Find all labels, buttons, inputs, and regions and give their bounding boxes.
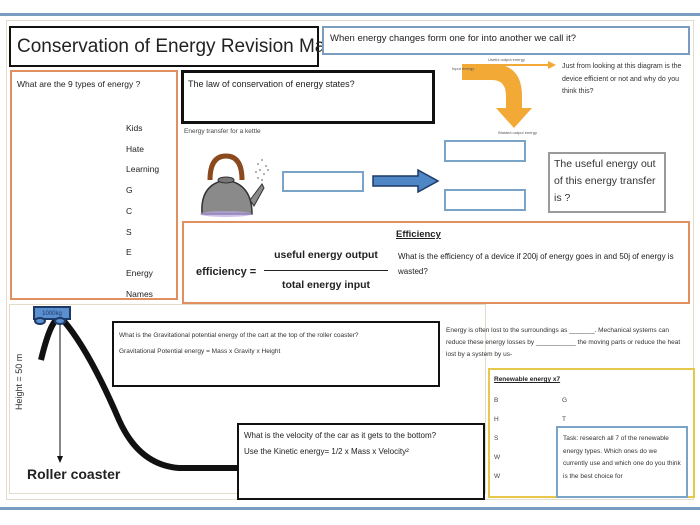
mnemonic-item: Learning (126, 164, 160, 175)
height-label: Height = 50 m (14, 353, 24, 410)
gpe-question: What is the Gravitational potential ener… (119, 332, 359, 339)
mnemonic-list: Kids Hate Learning G C S E Energy Names (126, 118, 159, 304)
bottom-rule (0, 507, 700, 510)
wheel-icon (34, 317, 46, 325)
question-energy-change: When energy changes form one for into an… (322, 26, 690, 55)
renewable-item: G (562, 397, 568, 404)
kettle-output-answer-box-2[interactable] (444, 189, 526, 211)
law-question-box: The law of conservation of energy states… (181, 70, 435, 124)
useful-energy-question: The useful energy out of this energy tra… (548, 152, 666, 213)
kettle-icon (200, 153, 269, 217)
roller-coaster-label: Roller coaster (27, 466, 121, 482)
energy-types-box: What are the 9 types of energy ? Kids Ha… (10, 70, 178, 300)
efficiency-question: What is the efficiency of a device if 20… (398, 252, 674, 276)
mnemonic-item: Energy (126, 267, 153, 278)
renewable-right-list: G T (562, 391, 567, 429)
right-arrow-icon (372, 169, 440, 193)
gpe-formula: Gravitational Potential energy = Mass x … (119, 348, 281, 355)
sankey-input-label: Input energy (452, 66, 474, 71)
diagram-question: Just from looking at this diagram is the… (562, 63, 682, 95)
renewable-task-box: Task: research all 7 of the renewable en… (556, 426, 688, 498)
sankey-wasted-label: Wasted output energy (498, 130, 537, 135)
title-box: Conservation of Energy Revision Mat (9, 26, 331, 67)
mnemonic-item: S (126, 226, 132, 237)
renewable-item: W (494, 454, 501, 461)
renewable-title: Renewable energy x7 (494, 376, 561, 383)
wheel-icon (54, 317, 66, 325)
mnemonic-item: C (126, 205, 133, 216)
top-rule (0, 13, 700, 16)
kettle-output-answer-box-1[interactable] (444, 140, 526, 162)
mnemonic-item: Kids (126, 123, 143, 133)
renewable-left-list: B H S W W (494, 391, 500, 486)
efficiency-numerator: useful energy output (274, 249, 378, 261)
mnemonic-item: E (126, 247, 132, 258)
sankey-useful-label: Useful output energy (488, 57, 525, 62)
efficiency-lhs: efficiency = (196, 266, 257, 278)
gpe-question-box: What is the Gravitational potential ener… (112, 321, 440, 387)
renewable-item: B (494, 397, 499, 404)
sankey-diagram: Input energy Useful output energy Wasted… (452, 57, 556, 135)
energy-types-question: What are the 9 types of energy ? (17, 79, 141, 89)
efficiency-box: Efficiency efficiency = useful energy ou… (182, 221, 690, 304)
velocity-question: What is the velocity of the car as it ge… (244, 431, 437, 440)
mnemonic-item: G (126, 185, 133, 196)
kettle-label: Energy transfer for a kettle (184, 128, 261, 135)
efficiency-title: Efficiency (396, 229, 441, 240)
renewable-item: H (494, 416, 499, 423)
renewable-item: S (494, 435, 499, 442)
fraction-line (264, 270, 388, 271)
mnemonic-item: Hate (126, 143, 144, 154)
page-title: Conservation of Energy Revision Mat (17, 36, 331, 57)
efficiency-denominator: total energy input (281, 279, 371, 291)
kettle-input-answer-box[interactable] (282, 171, 364, 192)
kinetic-formula: Use the Kinetic energy= 1/2 x Mass x Vel… (244, 447, 409, 456)
energy-loss-text: Energy is often lost to the surroundings… (446, 327, 681, 358)
velocity-question-box: What is the velocity of the car as it ge… (237, 423, 485, 500)
renewable-item: W (494, 473, 501, 480)
